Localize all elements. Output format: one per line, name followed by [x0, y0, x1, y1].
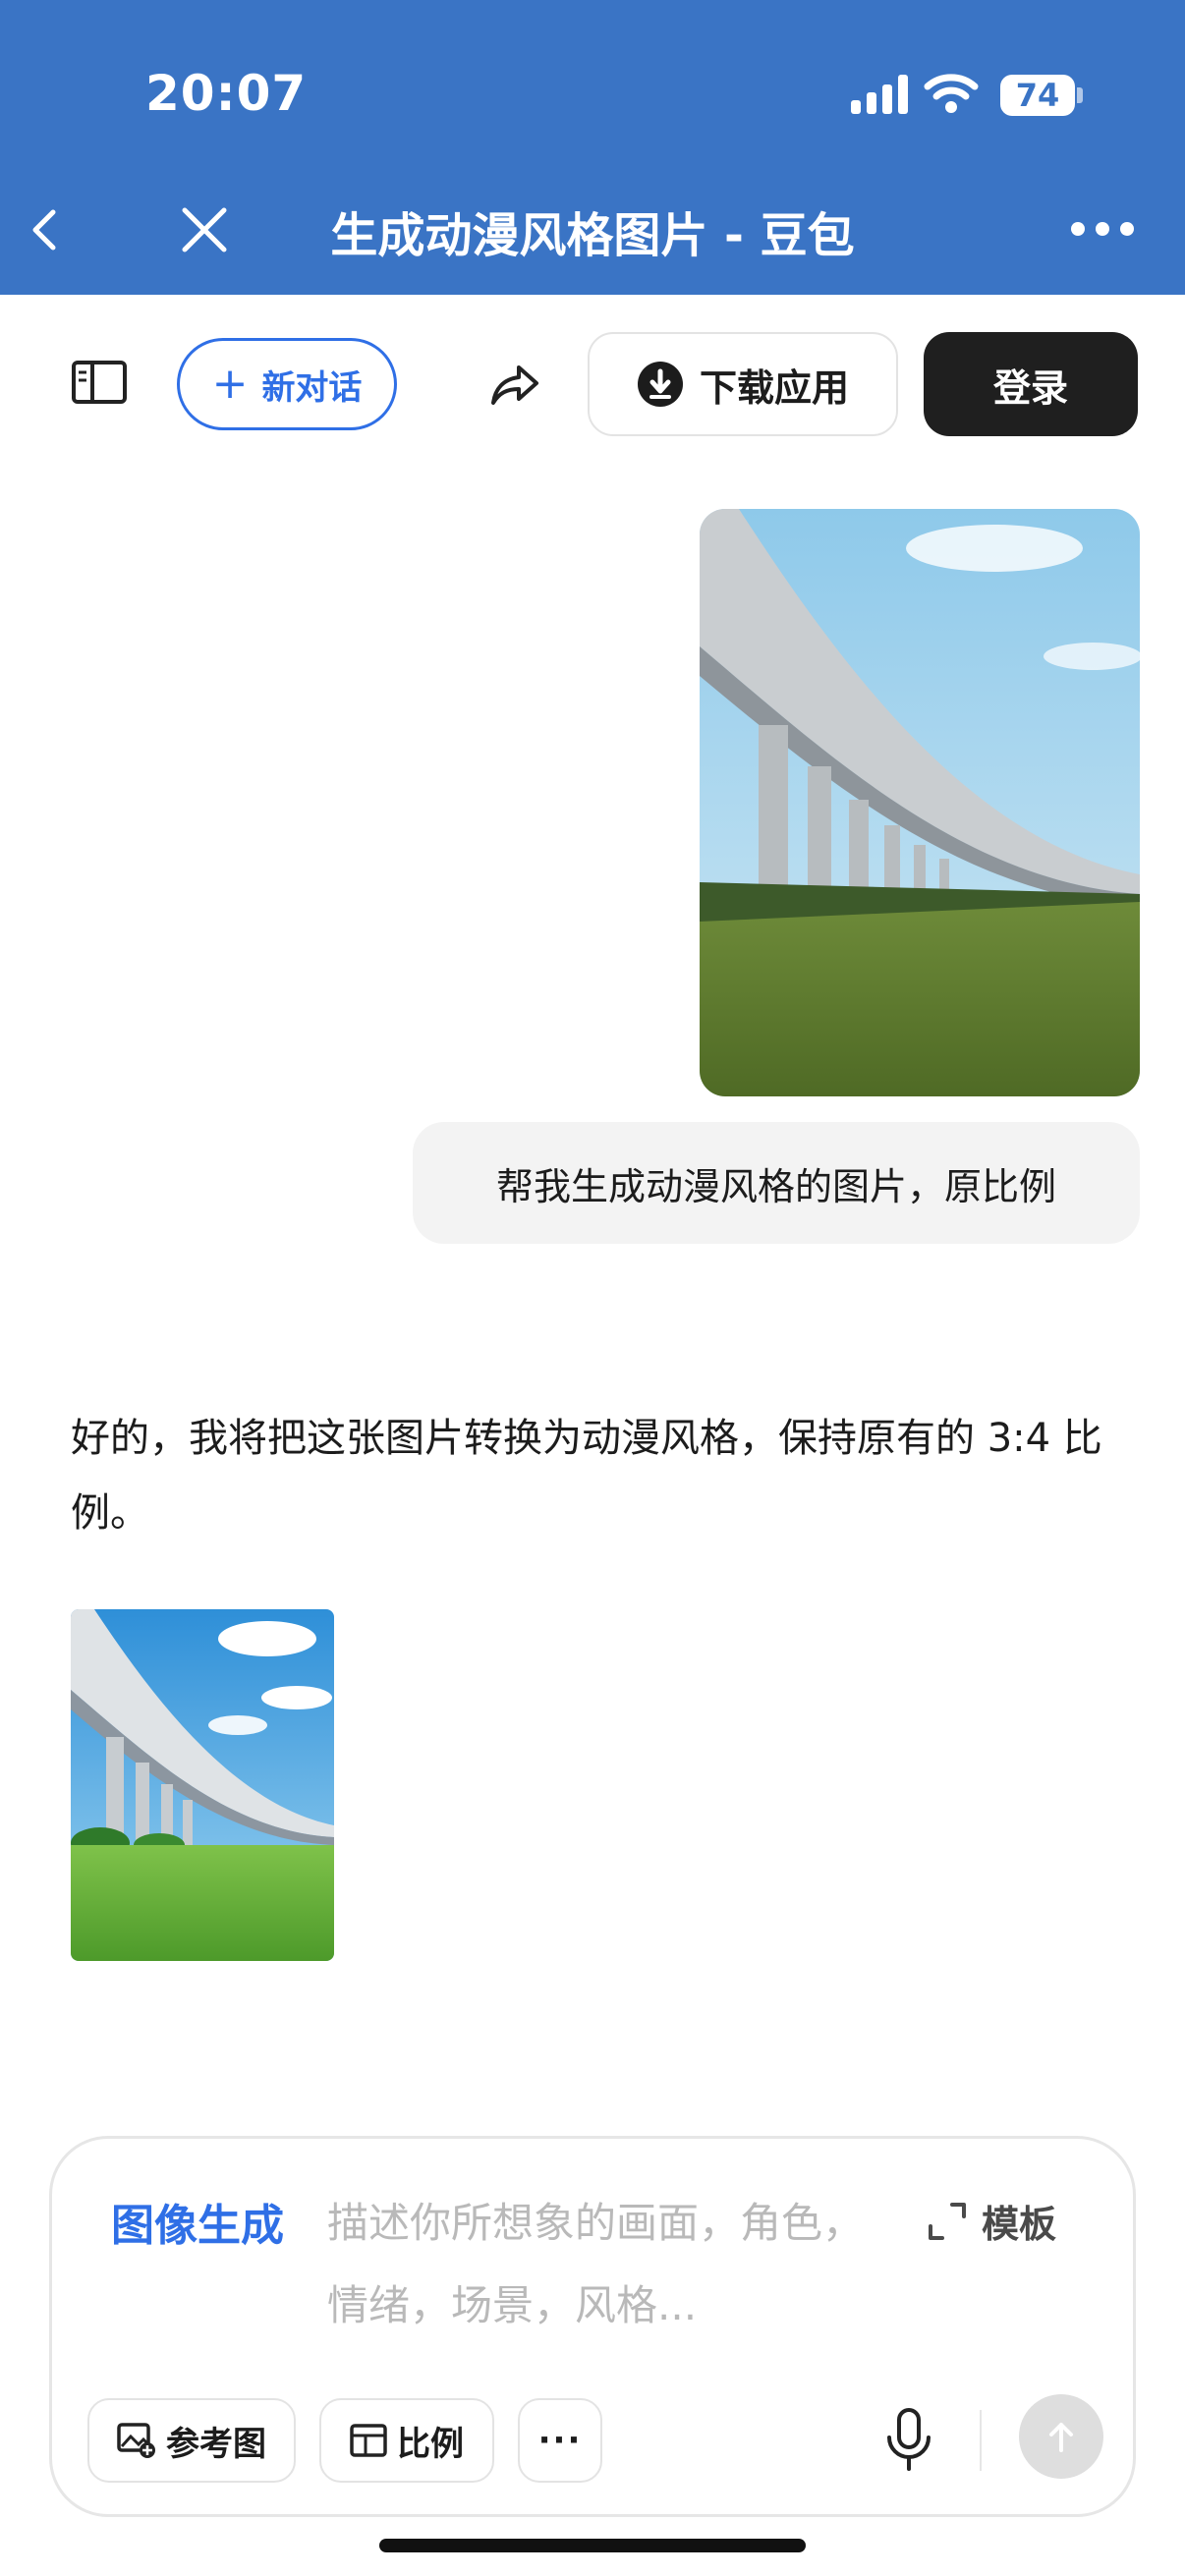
wifi-icon [924, 74, 979, 113]
send-button[interactable] [1019, 2394, 1103, 2479]
more-options-icon[interactable] [1071, 222, 1134, 236]
aspect-ratio-button[interactable]: 比例 [319, 2398, 494, 2483]
image-add-icon [117, 2423, 155, 2458]
status-time: 20:07 [145, 65, 308, 122]
top-header: 20:07 74 生成动漫风格图片 - 豆包 [0, 0, 1185, 295]
close-icon[interactable] [177, 202, 232, 257]
login-button[interactable]: 登录 [924, 332, 1138, 436]
generated-anime-image[interactable] [71, 1609, 334, 1961]
viaduct-photo-image [700, 509, 1140, 1096]
reference-image-label: 参考图 [166, 2424, 266, 2464]
download-icon [637, 362, 683, 407]
aspect-ratio-icon [350, 2424, 387, 2457]
download-label: 下载应用 [699, 365, 849, 410]
template-button[interactable]: 模板 [927, 2194, 1056, 2248]
arrow-up-icon [1049, 2423, 1073, 2452]
microphone-icon[interactable] [883, 2406, 934, 2473]
prompt-composer: 图像生成 描述你所想象的画面，角色，情绪，场景，风格... 模板 参考图 比例 … [49, 2136, 1136, 2517]
battery-icon: 74 [1000, 75, 1075, 116]
user-message-bubble: 帮我生成动漫风格的图片，原比例 [413, 1122, 1140, 1244]
template-label: 模板 [982, 2203, 1057, 2246]
cellular-signal-icon [851, 75, 908, 114]
reference-image-button[interactable]: 参考图 [87, 2398, 296, 2483]
anime-viaduct-image [71, 1609, 334, 1961]
more-tools-button[interactable]: ··· [518, 2398, 602, 2483]
aspect-ratio-label: 比例 [397, 2424, 464, 2464]
composer-divider [980, 2410, 982, 2471]
back-icon[interactable] [22, 206, 69, 253]
plus-icon: + [211, 359, 249, 409]
prompt-input[interactable]: 描述你所想象的画面，角色，情绪，场景，风格... [327, 2182, 877, 2347]
download-app-button[interactable]: 下载应用 [588, 332, 898, 436]
page-title: 生成动漫风格图片 - 豆包 [330, 208, 855, 263]
expand-icon [929, 2202, 966, 2240]
user-uploaded-photo[interactable] [700, 509, 1140, 1096]
battery-nub [1077, 87, 1083, 103]
share-icon[interactable] [487, 358, 542, 413]
assistant-message: 好的，我将把这张图片转换为动漫风格，保持原有的 3:4 比例。 [71, 1416, 1102, 1536]
home-indicator [379, 2539, 806, 2552]
image-generation-mode-label[interactable]: 图像生成 [111, 2190, 284, 2253]
new-chat-button[interactable]: + 新对话 [177, 338, 397, 430]
new-chat-label: 新对话 [261, 367, 363, 408]
sidebar-toggle-icon[interactable] [71, 360, 128, 405]
